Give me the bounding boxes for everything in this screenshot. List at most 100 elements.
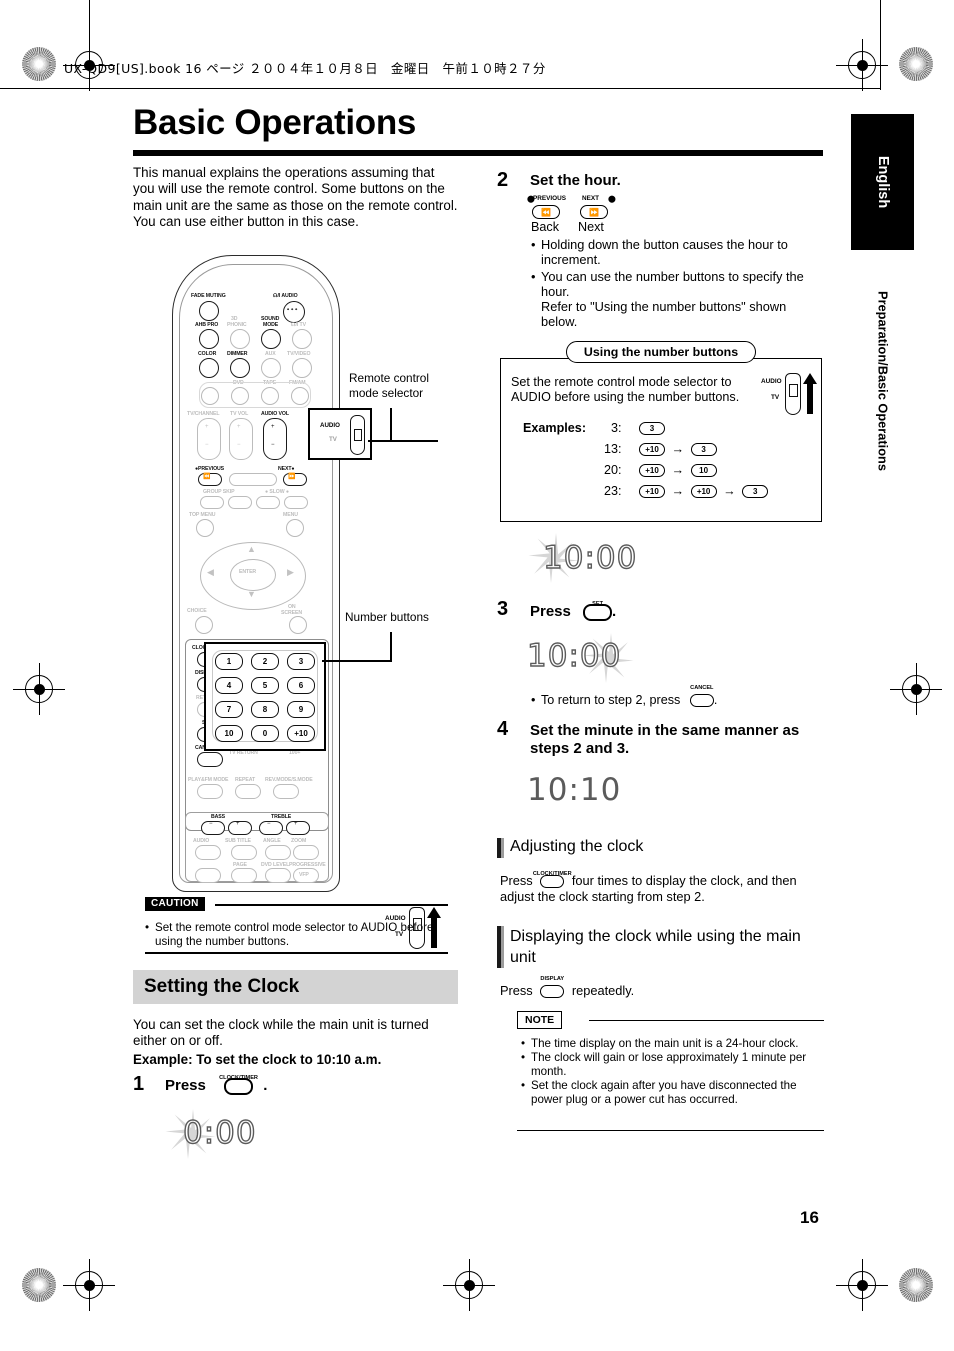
example-13-key-2: 3: [690, 443, 717, 457]
step-2-bullet-list: Holding down the button causes the hour …: [531, 237, 823, 330]
remote-treble-plus-glyph: +: [294, 821, 298, 827]
example-23-key-3: 3: [742, 485, 769, 499]
remote-label-choice: CHOICE: [187, 608, 207, 614]
step-2-heading: Set the hour.: [530, 172, 621, 189]
numpad-key-3[interactable]: 3: [287, 653, 315, 670]
caution-selector-knob: [412, 918, 422, 931]
example-23-key-1: +10: [639, 485, 666, 499]
step-3-note-list: To return to step 2, press CANCEL .: [531, 685, 823, 708]
left-column: This manual explains the operations assu…: [133, 165, 458, 231]
remote-button-tv-video: [292, 358, 312, 378]
step-1-period: .: [263, 1077, 268, 1094]
using-number-buttons-text: Set the remote control mode selector to …: [511, 375, 740, 405]
remote-button-repeat: [235, 784, 261, 799]
mode-selector-switch[interactable]: [350, 415, 365, 455]
step-3-note-item: To return to step 2, press CANCEL .: [531, 685, 823, 708]
numpad-key-8[interactable]: 8: [251, 701, 279, 718]
numpad-key-4[interactable]: 4: [215, 677, 243, 694]
numpad-key-7[interactable]: 7: [215, 701, 243, 718]
numpad-key-1[interactable]: 1: [215, 653, 243, 670]
example-20-value: 20:: [604, 463, 622, 477]
remote-button-power-tv: [292, 329, 312, 349]
mode-selector-knob[interactable]: [354, 429, 362, 441]
displaying-display-button-icon[interactable]: DISPLAY: [540, 976, 565, 999]
remote-numpad-highlight: 1 2 3 4 5 6 7 8 9 10 0 +10: [204, 642, 326, 751]
remote-label-tv-video: TV/VIDEO: [287, 351, 311, 357]
example-3-key-1: 3: [639, 422, 666, 436]
remote-label-enter: ENTER: [239, 569, 257, 575]
examples-label: Examples:: [523, 421, 587, 435]
remote-button-group-skip-fwd: [228, 496, 252, 509]
remote-button-zoom: [293, 845, 319, 860]
callout-mode-selector-line2: mode selector: [349, 385, 424, 400]
examples-label-text: Examples: [523, 421, 582, 435]
step-3-text: Press SET .: [530, 601, 616, 621]
using-number-buttons-tab: Using the number buttons: [566, 341, 756, 363]
remote-label-fade-muting: FADE MUTING: [191, 293, 226, 299]
remote-tv-channel-plus: +: [205, 424, 209, 430]
example-13-arrow: →: [671, 442, 685, 456]
remote-button-ahb-pro: [199, 329, 219, 349]
step-2-next-button-icon[interactable]: ⏩: [580, 205, 608, 219]
step-2-bullet-1: Holding down the button causes the hour …: [531, 237, 823, 268]
numpad-key-2[interactable]: 2: [251, 653, 279, 670]
numpad-key-9[interactable]: 9: [287, 701, 315, 718]
numpad-key-10[interactable]: 10: [215, 725, 243, 742]
leader-line-numbers-vertical: [390, 632, 392, 662]
step-3-cancel-button-icon[interactable]: CANCEL: [689, 685, 714, 708]
page-number: 16: [800, 1208, 819, 1227]
registration-mark-mid-left: [13, 663, 65, 715]
step-3-cancel-caption: CANCEL: [690, 685, 714, 692]
callout-number-buttons: Number buttons: [345, 610, 429, 624]
clock-display-step4: 10:10: [527, 772, 622, 808]
remote-button-aux: [261, 358, 281, 378]
caution-selector-audio-label: AUDIO: [385, 915, 406, 922]
registration-mark-top-right: [836, 39, 888, 91]
numpad-key-6[interactable]: 6: [287, 677, 315, 694]
adjusting-heading: Adjusting the clock: [510, 838, 644, 855]
remote-pill-tv-channel: [197, 418, 221, 460]
remote-label-previous: ●PREVIOUS: [195, 466, 225, 472]
caution-tag: CAUTION: [145, 896, 205, 912]
remote-control-illustration: FADE MUTING ☊/I AUDIO ⚬⚬⚬ AHB PRO 3D PHO…: [172, 255, 372, 895]
remote-button-fade-muting: [199, 301, 219, 321]
step-3-set-button-icon[interactable]: SET: [583, 601, 613, 621]
numpad-key-plus10[interactable]: +10: [287, 725, 315, 742]
remote-button-slow-back: [256, 496, 280, 509]
remote-label-bass: BASS: [211, 814, 226, 820]
remote-button-sound-mode: [261, 329, 281, 349]
remote-button-treble-plus: [286, 821, 310, 835]
step-2-back-button-icon[interactable]: ⏪: [532, 205, 560, 219]
leader-line-mode-selector-horizontal: [368, 440, 438, 442]
remote-button-angle: [265, 845, 291, 860]
numpad-key-5[interactable]: 5: [251, 677, 279, 694]
example-3-value: 3:: [611, 421, 622, 435]
using-number-buttons-box: Set the remote control mode selector to …: [500, 358, 822, 522]
remote-pill-audio-vol: [263, 418, 287, 460]
caution-box: CAUTION Set the remote control mode sele…: [145, 895, 448, 954]
mode-selector-tv-label: TV: [329, 436, 337, 443]
sidebar-tab-section-label: Preparation/Basic Operations: [875, 291, 890, 471]
remote-button-3d-phonic: [230, 329, 250, 349]
remote-label-zoom: ZOOM: [291, 838, 307, 844]
numpad-key-0[interactable]: 0: [251, 725, 279, 742]
example-23-arrow-1: →: [671, 484, 685, 498]
trim-line-right-top: [880, 0, 881, 90]
adjusting-clock-timer-button-icon[interactable]: CLOCK/TIMER: [533, 871, 572, 889]
displaying-text-post: repeatedly.: [571, 983, 635, 998]
remote-label-ahb-pro: AHB PRO: [195, 322, 219, 328]
adjusting-body: Press CLOCK/TIMER four times to display …: [500, 871, 824, 905]
step-2-bullet-2a: You can use the number buttons to specif…: [541, 268, 804, 299]
note-bullet-3: Set the clock again after you have disco…: [521, 1079, 821, 1107]
remote-tv-channel-minus: −: [205, 442, 209, 448]
remote-button-menu: [286, 519, 304, 537]
remote-label-tv-channel: TV/CHANNEL: [187, 411, 220, 417]
remote-next-glyph: ⏩: [288, 474, 296, 480]
manual-page: UX-QD9[US].book 16 ページ ２００４年１０月８日 金曜日 午前…: [0, 0, 954, 1351]
remote-label-audio: AUDIO: [193, 838, 210, 844]
setting-the-clock-heading-text: Setting the Clock: [144, 976, 300, 997]
mode-selector-audio-label: AUDIO: [320, 422, 340, 429]
remote-nav-left-icon: ◀: [207, 567, 214, 577]
clock-display-step2: 10:00: [542, 539, 638, 576]
step-1-clock-timer-button-icon[interactable]: CLOCK/TIMER: [219, 1075, 258, 1095]
